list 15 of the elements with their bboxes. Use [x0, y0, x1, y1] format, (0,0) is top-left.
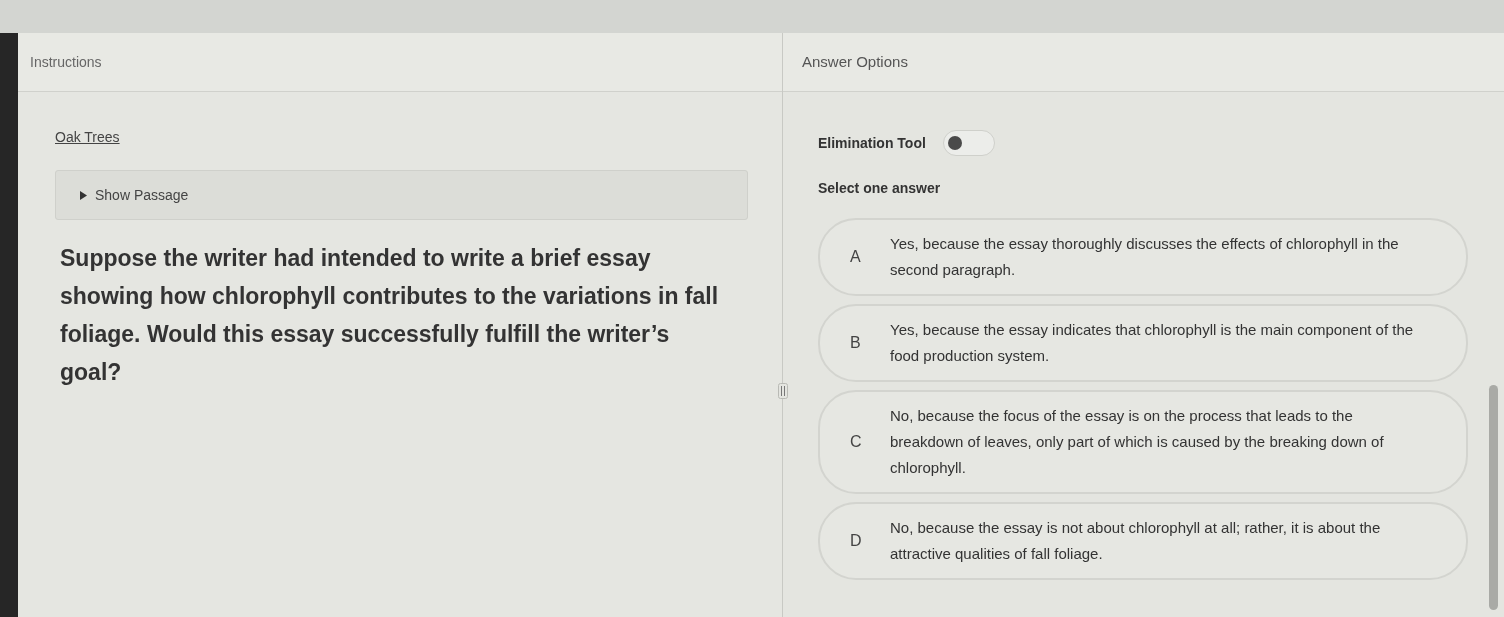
select-answer-prompt: Select one answer [818, 179, 942, 198]
answer-option[interactable]: C No, because the focus of the essay is on the process that leads to the breakdown of leaves, only part of which is caused by the breaking down of chlorophyll. [818, 390, 1468, 494]
answer-option[interactable]: D No, because the essay is not about chlorophyll at all; rather, it is about the attractive qualities of fall foliage. [818, 502, 1468, 580]
scrollbar-thumb[interactable] [1489, 385, 1498, 610]
panel-title: Instructions [30, 52, 102, 72]
passage-title-link[interactable]: Oak Trees [55, 127, 120, 147]
toggle-switch[interactable] [942, 130, 995, 156]
answer-option[interactable]: A Yes, because the essay thoroughly discusses the effects of chlorophyll in the second paragraph. [818, 218, 1468, 296]
panel-title: Answer Options [802, 51, 908, 72]
resize-handle-icon[interactable] [778, 383, 788, 399]
answer-option[interactable]: B Yes, because the essay indicates that chlorophyll is the main component of the food production system. [818, 304, 1468, 382]
question-text: Suppose the writer had intended to write a brief essay showing how chlorophyll contributes to the variations in fall foliage. Would this essay successfully fulfill the writer’s goal? [59, 244, 720, 387]
elimination-tool-label: Elimination Tool [818, 133, 926, 153]
caret-icon [80, 190, 87, 200]
show-passage-toggle[interactable]: Show Passage [55, 170, 748, 220]
